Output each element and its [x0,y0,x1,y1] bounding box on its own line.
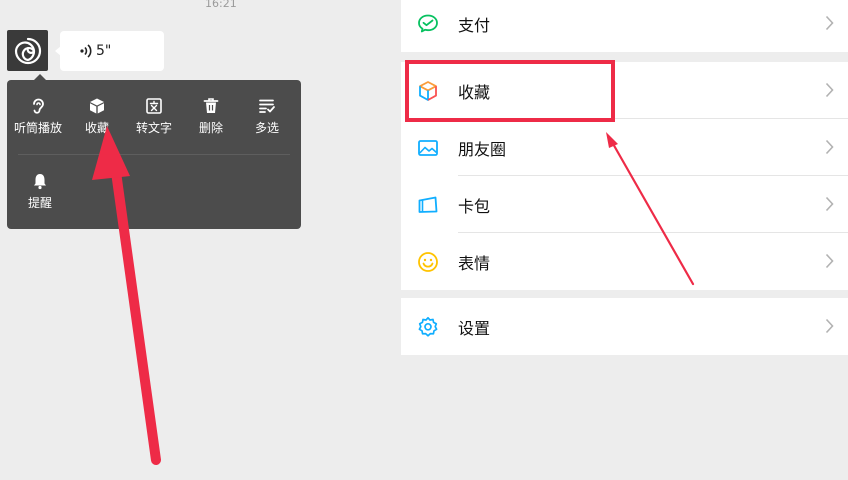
list-item-moments[interactable]: 朋友圈 [401,119,848,176]
menu-divider [18,154,290,155]
swirl-logo-icon [14,37,41,64]
message-context-menu: 听筒播放 收藏 转文字 删除 多选 提醒 [7,74,301,229]
ear-icon [33,98,44,114]
menu-item-favorite[interactable]: 收藏 [66,97,128,136]
list-group-pay: 支付 [401,0,848,52]
text-convert-icon [146,98,162,114]
menu-item-delete[interactable]: 删除 [180,97,242,136]
voice-duration: 5" [96,43,112,59]
chevron-right-icon [825,82,834,98]
voice-message-bubble[interactable]: 5" [55,31,164,71]
menu-item-earpiece-play[interactable]: 听筒播放 [7,97,69,136]
status-time: 16:21 [205,0,237,10]
bell-icon [34,174,46,190]
list-item-card-wallet[interactable]: 卡包 [401,176,848,233]
menu-item-label: 多选 [254,121,279,135]
menu-item-convert-to-text[interactable]: 转文字 [123,97,185,136]
multi-select-icon [259,99,275,113]
voice-wave-icon [80,44,92,58]
list-item-stickers[interactable]: 表情 [401,233,848,290]
list-item-pay[interactable]: 支付 [401,0,848,52]
chevron-right-icon [825,15,834,31]
list-item-label: 设置 [458,319,491,338]
card-wallet-icon [418,196,438,213]
list-item-settings[interactable]: 设置 [401,298,848,355]
favorites-highlight-box [405,60,615,122]
menu-item-label: 转文字 [135,121,172,135]
chevron-right-icon [825,139,834,155]
list-item-label: 支付 [458,16,491,35]
list-item-label: 卡包 [458,197,491,216]
chevron-right-icon [825,253,834,269]
menu-item-label: 听筒播放 [13,121,62,135]
pay-icon [418,14,438,33]
avatar[interactable] [7,30,48,71]
moments-photo-icon [418,140,438,156]
chevron-right-icon [825,196,834,212]
chat-pane: 16:21 5" 听筒播放 收藏 转文字 删除 多选 提醒 [0,0,400,480]
chevron-right-icon [825,318,834,334]
menu-item-label: 提醒 [27,196,52,210]
list-item-label: 朋友圈 [458,140,507,159]
cube-icon [90,98,104,114]
gear-icon [418,316,438,337]
list-group-settings: 设置 [401,298,848,355]
list-item-label: 表情 [458,254,491,273]
menu-item-remind[interactable]: 提醒 [9,172,71,211]
menu-item-label: 收藏 [84,121,109,135]
menu-item-label: 删除 [198,121,223,135]
menu-item-multi-select[interactable]: 多选 [236,97,298,136]
trash-icon [203,98,219,113]
smiley-icon [418,252,438,272]
